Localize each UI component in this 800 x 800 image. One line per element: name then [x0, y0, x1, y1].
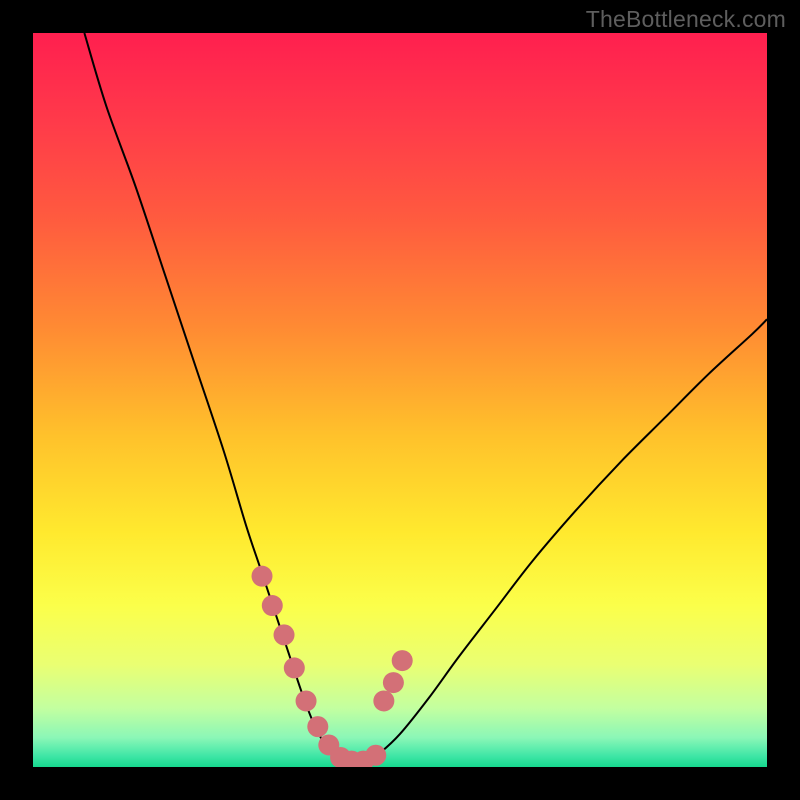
watermark-label: TheBottleneck.com [586, 6, 786, 33]
highlight-dot [307, 716, 328, 737]
highlight-dot [296, 690, 317, 711]
highlight-dot [365, 745, 386, 766]
highlight-dot [392, 650, 413, 671]
highlight-dot [252, 566, 273, 587]
chart-frame: TheBottleneck.com [0, 0, 800, 800]
highlight-dot [274, 624, 295, 645]
highlight-dot [262, 595, 283, 616]
highlight-dot [383, 672, 404, 693]
highlight-dot [373, 690, 394, 711]
plot-area [33, 33, 767, 767]
chart-svg [33, 33, 767, 767]
highlight-dot [284, 657, 305, 678]
